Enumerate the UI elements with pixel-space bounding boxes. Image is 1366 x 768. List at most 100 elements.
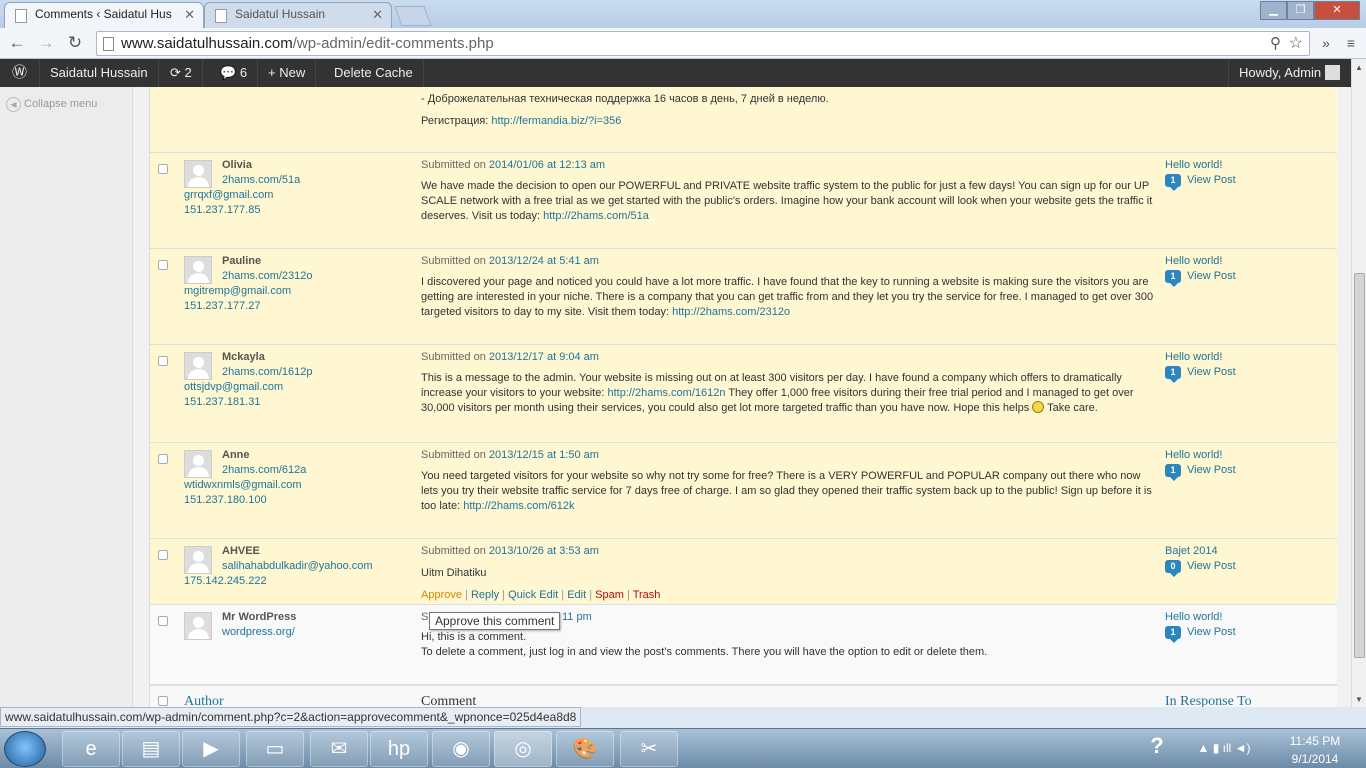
- file-explorer-icon[interactable]: ▤: [122, 731, 180, 767]
- edit-link[interactable]: Edit: [567, 589, 586, 601]
- view-post-link[interactable]: 1 View Post: [1165, 626, 1236, 643]
- author-url[interactable]: 2hams.com/612a: [222, 464, 306, 476]
- forward-icon[interactable]: →: [35, 33, 57, 55]
- response-post-link[interactable]: Hello world!: [1165, 449, 1222, 461]
- media-player-icon[interactable]: ▶: [182, 731, 240, 767]
- reply-link[interactable]: Reply: [471, 589, 499, 601]
- comment-link[interactable]: http://2hams.com/612k: [463, 500, 574, 512]
- scroll-down-icon[interactable]: ▼: [1355, 695, 1363, 704]
- comment-date-link[interactable]: 2013/12/15 at 1:50 am: [489, 449, 599, 461]
- comment-date-link[interactable]: 2013/10/26 at 3:53 am: [489, 545, 599, 557]
- author-email[interactable]: ottsjdvp@gmail.com: [184, 381, 283, 393]
- approve-link[interactable]: Approve: [421, 589, 462, 601]
- in-response-to-column-header[interactable]: In Response To: [1165, 694, 1252, 707]
- thunderbird-icon[interactable]: ✉: [310, 731, 368, 767]
- response-post-link[interactable]: Hello world!: [1165, 351, 1222, 363]
- start-button[interactable]: [4, 731, 46, 767]
- tab-saidatul-hussain[interactable]: Saidatul Hussain ✕: [204, 2, 392, 28]
- search-icon[interactable]: ⚲: [1270, 34, 1281, 52]
- view-post-link[interactable]: 1 View Post: [1165, 366, 1236, 383]
- author-url[interactable]: 2hams.com/2312o: [222, 270, 313, 282]
- new-content-link[interactable]: + New: [258, 59, 317, 87]
- comment-link[interactable]: http://2hams.com/1612n: [607, 387, 725, 399]
- author-ip[interactable]: 151.237.180.100: [184, 494, 267, 506]
- author-url[interactable]: 2hams.com/1612p: [222, 366, 313, 378]
- author-email[interactable]: mgitremp@gmail.com: [184, 285, 291, 297]
- author-ip[interactable]: 175.142.245.222: [184, 575, 267, 587]
- paint-icon[interactable]: 🎨: [556, 731, 614, 767]
- response-post-link[interactable]: Hello world!: [1165, 611, 1222, 623]
- presentation-app-icon[interactable]: ▭: [246, 731, 304, 767]
- new-tab-button[interactable]: [394, 6, 432, 26]
- internet-explorer-icon[interactable]: e: [62, 731, 120, 767]
- updates-link[interactable]: ⟳ 2: [160, 59, 203, 87]
- trash-link[interactable]: Trash: [633, 589, 661, 601]
- author-column-header[interactable]: Author: [184, 694, 224, 707]
- view-post-link[interactable]: 1 View Post: [1165, 174, 1236, 191]
- maximize-button[interactable]: ❐: [1287, 1, 1314, 20]
- quick-edit-link[interactable]: Quick Edit: [508, 589, 558, 601]
- author-ip[interactable]: 151.237.177.27: [184, 300, 260, 312]
- comment-date-link[interactable]: 2014/01/06 at 12:13 am: [489, 159, 605, 171]
- select-all-checkbox[interactable]: [158, 696, 168, 706]
- author-email[interactable]: salihahabdulkadir@yahoo.com: [222, 560, 373, 572]
- comment-checkbox[interactable]: [158, 550, 168, 560]
- author-email[interactable]: wtidwxnmls@gmail.com: [184, 479, 302, 491]
- page-scrollbar[interactable]: ▲ ▼: [1351, 59, 1366, 707]
- reload-icon[interactable]: ↻: [64, 33, 86, 55]
- chrome-icon[interactable]: ◎: [494, 731, 552, 767]
- firefox-icon[interactable]: ◉: [432, 731, 490, 767]
- author-url[interactable]: 2hams.com/51a: [222, 174, 300, 186]
- comment-checkbox[interactable]: [158, 454, 168, 464]
- response-post-link[interactable]: Bajet 2014: [1165, 545, 1218, 557]
- help-icon[interactable]: ?: [1140, 733, 1174, 768]
- hp-icon[interactable]: hp: [370, 731, 428, 767]
- author-ip[interactable]: 151.237.177.85: [184, 204, 260, 216]
- comment-checkbox[interactable]: [158, 616, 168, 626]
- more-extensions-icon[interactable]: »: [1315, 33, 1337, 55]
- comment-count-badge[interactable]: 1: [1165, 174, 1181, 191]
- close-tab-icon[interactable]: ✕: [372, 7, 383, 23]
- snipping-tool-icon[interactable]: ✂: [620, 731, 678, 767]
- comment-date-link[interactable]: 2013/12/17 at 9:04 am: [489, 351, 599, 363]
- collapse-menu-button[interactable]: ◀ Collapse menu: [6, 97, 97, 112]
- delete-cache-link[interactable]: Delete Cache: [324, 59, 424, 87]
- system-tray-icons[interactable]: ▲ ▮ ıll ◄): [1184, 741, 1264, 768]
- view-post-link[interactable]: 0 View Post: [1165, 560, 1236, 577]
- address-bar[interactable]: www.saidatulhussain.com/wp-admin/edit-co…: [96, 31, 1310, 56]
- wordpress-logo-icon[interactable]: Ⓦ: [0, 59, 40, 87]
- response-post-link[interactable]: Hello world!: [1165, 255, 1222, 267]
- scroll-up-icon[interactable]: ▲: [1355, 63, 1363, 72]
- star-icon[interactable]: ☆: [1289, 33, 1303, 53]
- comment-count-badge[interactable]: 0: [1165, 560, 1181, 577]
- site-name-link[interactable]: Saidatul Hussain: [40, 59, 159, 87]
- tab-comments[interactable]: Comments ‹ Saidatul Hus ✕: [4, 2, 204, 28]
- comment-count-badge[interactable]: 1: [1165, 464, 1181, 481]
- scrollbar-thumb[interactable]: [1354, 273, 1365, 658]
- comment-checkbox[interactable]: [158, 356, 168, 366]
- comment-link[interactable]: http://2hams.com/2312o: [672, 306, 790, 318]
- comment-checkbox[interactable]: [158, 260, 168, 270]
- view-post-link[interactable]: 1 View Post: [1165, 464, 1236, 481]
- comment-link[interactable]: http://fermandia.biz/?i=356: [491, 115, 621, 127]
- comment-count-badge[interactable]: 1: [1165, 270, 1181, 287]
- spam-link[interactable]: Spam: [595, 589, 624, 601]
- clock[interactable]: 11:45 PM 9/1/2014: [1280, 734, 1350, 768]
- author-ip[interactable]: 151.237.181.31: [184, 396, 260, 408]
- comment-link[interactable]: http://2hams.com/51a: [543, 210, 649, 222]
- menu-icon[interactable]: ≡: [1340, 33, 1362, 55]
- comment-date-link[interactable]: 2013/12/24 at 5:41 am: [489, 255, 599, 267]
- close-window-button[interactable]: ✕: [1314, 1, 1360, 20]
- comment-date-link[interactable]: 11 pm: [562, 611, 592, 623]
- response-post-link[interactable]: Hello world!: [1165, 159, 1222, 171]
- view-post-link[interactable]: 1 View Post: [1165, 270, 1236, 287]
- minimize-button[interactable]: ▁: [1260, 1, 1287, 20]
- back-icon[interactable]: ←: [6, 33, 28, 55]
- my-account-link[interactable]: Howdy, Admin: [1228, 59, 1350, 87]
- comment-checkbox[interactable]: [158, 164, 168, 174]
- author-url[interactable]: wordpress.org/: [222, 626, 295, 638]
- comment-count-badge[interactable]: 1: [1165, 366, 1181, 383]
- close-tab-icon[interactable]: ✕: [184, 7, 195, 23]
- author-email[interactable]: grrqxf@gmail.com: [184, 189, 273, 201]
- comment-count-badge[interactable]: 1: [1165, 626, 1181, 643]
